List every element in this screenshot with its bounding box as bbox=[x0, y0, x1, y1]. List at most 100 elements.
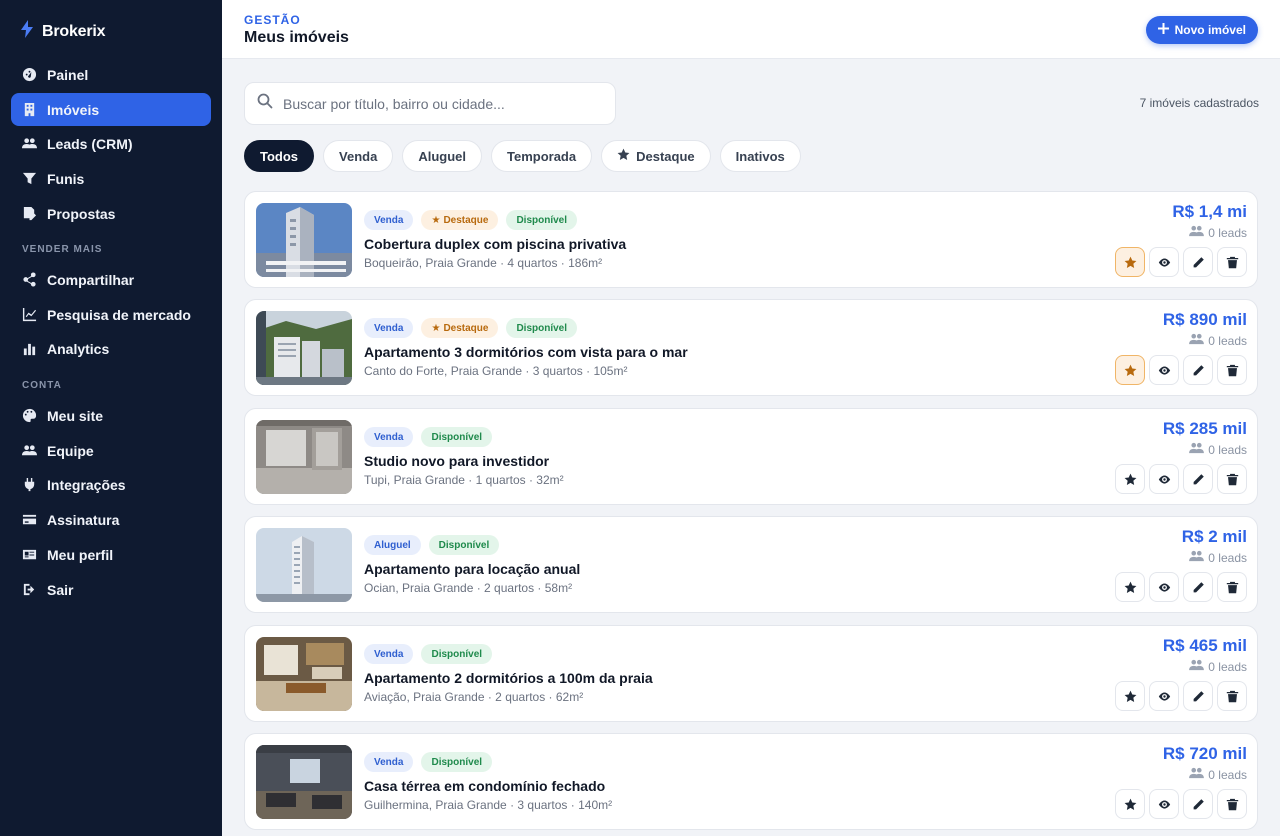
leads-count: 0 leads bbox=[1189, 659, 1247, 674]
property-title[interactable]: Cobertura duplex com piscina privativa bbox=[364, 236, 626, 252]
feature-toggle-button[interactable] bbox=[1115, 355, 1145, 385]
featured-label: Destaque bbox=[443, 322, 489, 334]
sidebar-item-compartilhar[interactable]: Compartilhar bbox=[11, 263, 211, 296]
sidebar-item-imoveis[interactable]: Imóveis bbox=[11, 93, 211, 126]
featured-label: Destaque bbox=[443, 214, 489, 226]
filter-temporada[interactable]: Temporada bbox=[491, 140, 593, 172]
property-title[interactable]: Casa térrea em condomínio fechado bbox=[364, 778, 605, 794]
filter-destaque[interactable]: Destaque bbox=[601, 140, 711, 172]
sidebar-item-label: Assinatura bbox=[47, 511, 120, 528]
edit-button[interactable] bbox=[1183, 247, 1213, 277]
property-card[interactable]: Venda Disponível Apartamento 2 dormitóri… bbox=[244, 625, 1258, 722]
sidebar-item-meu-site[interactable]: Meu site bbox=[11, 399, 211, 432]
feature-toggle-button[interactable] bbox=[1115, 464, 1145, 494]
new-property-button[interactable]: Novo imóvel bbox=[1145, 16, 1258, 44]
delete-button[interactable] bbox=[1217, 355, 1247, 385]
bar-chart-icon bbox=[21, 341, 37, 357]
property-photo[interactable] bbox=[256, 203, 352, 277]
sidebar-item-sair[interactable]: Sair bbox=[11, 573, 211, 606]
sidebar-item-label: Equipe bbox=[47, 442, 94, 459]
property-title[interactable]: Apartamento para locação anual bbox=[364, 561, 580, 577]
sidebar-item-label: Integrações bbox=[47, 476, 126, 493]
view-button[interactable] bbox=[1149, 572, 1179, 602]
file-edit-icon bbox=[21, 206, 37, 222]
view-button[interactable] bbox=[1149, 681, 1179, 711]
property-card[interactable]: Venda Disponível Casa térrea em condomín… bbox=[244, 733, 1258, 830]
property-photo[interactable] bbox=[256, 637, 352, 711]
type-badge: Venda bbox=[364, 752, 414, 772]
star-icon bbox=[1124, 690, 1136, 702]
badges: Venda Disponível bbox=[364, 644, 493, 664]
star-icon bbox=[1124, 256, 1136, 268]
property-title[interactable]: Apartamento 3 dormitórios com vista para… bbox=[364, 344, 688, 360]
edit-button[interactable] bbox=[1183, 572, 1213, 602]
sidebar-item-assinatura[interactable]: Assinatura bbox=[11, 503, 211, 536]
filter-venda[interactable]: Venda bbox=[323, 140, 394, 172]
delete-button[interactable] bbox=[1217, 247, 1247, 277]
trash-icon bbox=[1226, 364, 1238, 376]
property-photo[interactable] bbox=[256, 311, 352, 385]
property-meta: Boqueirão, Praia Grande · 4 quartos · 18… bbox=[364, 256, 603, 270]
property-photo[interactable] bbox=[256, 528, 352, 602]
sidebar-item-label: Meu site bbox=[47, 407, 104, 424]
brand-name: Brokerix bbox=[42, 22, 106, 40]
delete-button[interactable] bbox=[1217, 789, 1247, 819]
star-icon bbox=[1124, 798, 1136, 810]
sidebar-item-painel[interactable]: Painel bbox=[11, 58, 211, 91]
sidebar-item-propostas[interactable]: Propostas bbox=[11, 197, 211, 230]
view-button[interactable] bbox=[1149, 355, 1179, 385]
property-meta: Canto do Forte, Praia Grande · 3 quartos… bbox=[364, 364, 628, 378]
feature-toggle-button[interactable] bbox=[1115, 789, 1145, 819]
feature-toggle-button[interactable] bbox=[1115, 572, 1145, 602]
new-property-label: Novo imóvel bbox=[1174, 23, 1246, 37]
property-price: R$ 2 mil bbox=[1181, 527, 1247, 546]
pencil-icon bbox=[1193, 581, 1204, 592]
property-card[interactable]: Venda Disponível Studio novo para invest… bbox=[244, 408, 1258, 505]
sidebar-item-leads[interactable]: Leads (CRM) bbox=[11, 127, 211, 160]
view-button[interactable] bbox=[1149, 247, 1179, 277]
eye-icon bbox=[1158, 365, 1170, 375]
users-icon bbox=[1189, 333, 1205, 348]
delete-button[interactable] bbox=[1217, 572, 1247, 602]
delete-button[interactable] bbox=[1217, 681, 1247, 711]
view-button[interactable] bbox=[1149, 464, 1179, 494]
eye-icon bbox=[1158, 582, 1170, 592]
edit-button[interactable] bbox=[1183, 355, 1213, 385]
leads-label: 0 leads bbox=[1208, 767, 1247, 782]
card-actions bbox=[1115, 681, 1247, 711]
filter-todos[interactable]: Todos bbox=[244, 140, 315, 172]
brand[interactable]: Brokerix bbox=[20, 20, 106, 43]
sidebar-item-integracoes[interactable]: Integrações bbox=[11, 468, 211, 501]
sidebar-item-equipe[interactable]: Equipe bbox=[11, 434, 211, 467]
property-card[interactable]: Aluguel Disponível Apartamento para loca… bbox=[244, 516, 1258, 613]
featured-badge: ★ Destaque bbox=[421, 210, 499, 230]
edit-button[interactable] bbox=[1183, 464, 1213, 494]
sidebar-item-pesquisa[interactable]: Pesquisa de mercado bbox=[11, 298, 211, 331]
property-photo[interactable] bbox=[256, 420, 352, 494]
filter-aluguel[interactable]: Aluguel bbox=[402, 140, 482, 172]
delete-button[interactable] bbox=[1217, 464, 1247, 494]
users-icon bbox=[21, 136, 37, 152]
property-card[interactable]: Venda ★ Destaque Disponível Cobertura dup… bbox=[244, 191, 1258, 288]
card-actions bbox=[1115, 789, 1247, 819]
property-photo[interactable] bbox=[256, 745, 352, 819]
search-box[interactable] bbox=[244, 82, 616, 125]
sidebar-item-analytics[interactable]: Analytics bbox=[11, 332, 211, 365]
property-title[interactable]: Studio novo para investidor bbox=[364, 453, 549, 469]
feature-toggle-button[interactable] bbox=[1115, 681, 1145, 711]
status-badge: Disponível bbox=[428, 535, 500, 555]
search-input[interactable] bbox=[283, 95, 583, 112]
users-icon bbox=[1189, 659, 1205, 674]
feature-toggle-button[interactable] bbox=[1115, 247, 1145, 277]
sidebar-item-funis[interactable]: Funis bbox=[11, 162, 211, 195]
sidebar-item-meu-perfil[interactable]: Meu perfil bbox=[11, 538, 211, 571]
property-card[interactable]: Venda ★ Destaque Disponível Apartamento 3… bbox=[244, 299, 1258, 396]
edit-button[interactable] bbox=[1183, 789, 1213, 819]
filter-inativos[interactable]: Inativos bbox=[719, 140, 801, 172]
trash-icon bbox=[1226, 798, 1238, 810]
property-title[interactable]: Apartamento 2 dormitórios a 100m da prai… bbox=[364, 670, 653, 686]
sidebar-item-label: Leads (CRM) bbox=[47, 135, 133, 152]
leads-label: 0 leads bbox=[1208, 550, 1247, 565]
edit-button[interactable] bbox=[1183, 681, 1213, 711]
view-button[interactable] bbox=[1149, 789, 1179, 819]
